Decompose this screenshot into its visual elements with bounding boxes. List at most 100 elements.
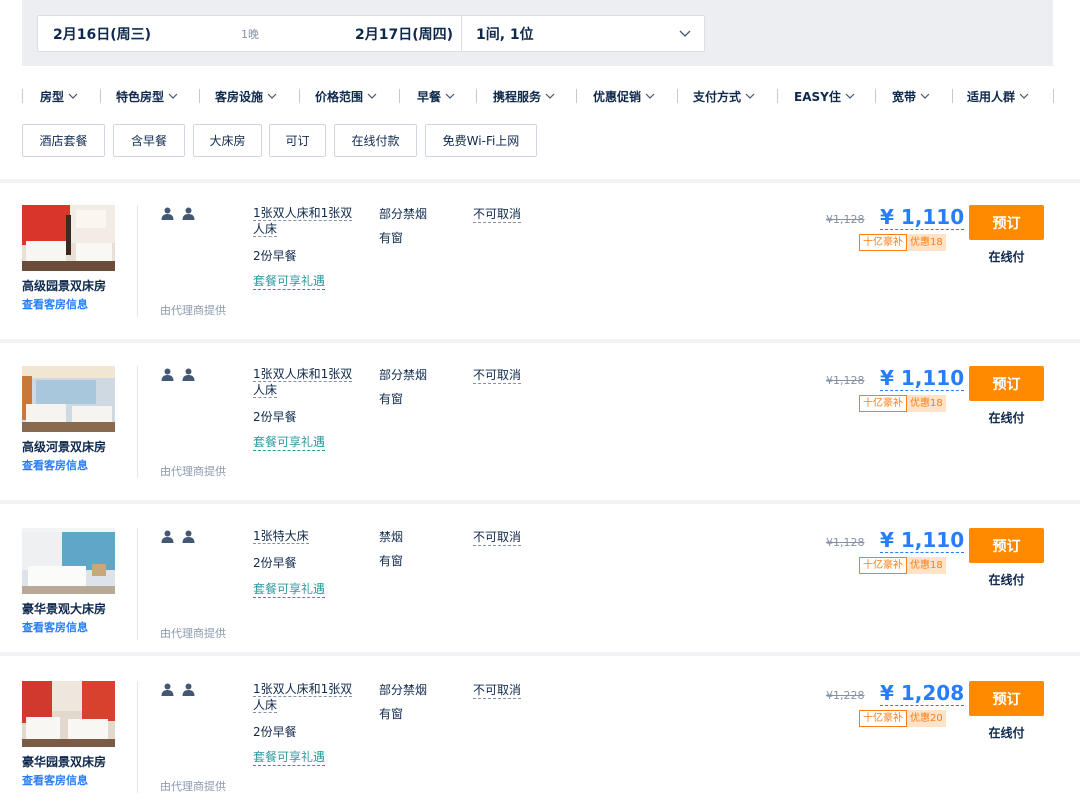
filter-label: 携程服务 bbox=[493, 89, 542, 104]
current-price[interactable]: ¥ 1,110 bbox=[880, 366, 965, 391]
filter-label: 宽带 bbox=[892, 89, 917, 104]
room-info-link[interactable]: 查看客房信息 bbox=[22, 619, 88, 635]
breakfast-info: 2份早餐 bbox=[253, 249, 297, 263]
filter-easy[interactable]: EASY住 bbox=[794, 85, 855, 107]
filter-broadband[interactable]: 宽带 bbox=[892, 85, 930, 107]
chevron-down-icon bbox=[168, 93, 178, 99]
checkin-date[interactable]: 2月16日(周三) bbox=[53, 24, 151, 44]
room-name[interactable]: 豪华景观大床房 bbox=[22, 600, 106, 617]
payment-type: 在线付 bbox=[988, 573, 1025, 587]
filter-payment[interactable]: 支付方式 bbox=[693, 85, 755, 107]
book-button[interactable]: 预订 bbox=[969, 528, 1044, 563]
discount-badge: 优惠20 bbox=[907, 710, 946, 727]
room-info-link[interactable]: 查看客房信息 bbox=[22, 296, 88, 312]
chevron-down-icon bbox=[745, 93, 755, 99]
tag-king-bed[interactable]: 大床房 bbox=[193, 124, 262, 157]
smoking-policy: 部分禁烟 bbox=[379, 368, 428, 382]
bed-type-label: 1张双人床和1张双人床 bbox=[253, 367, 353, 398]
room-info-link[interactable]: 查看客房信息 bbox=[22, 772, 88, 788]
payment-type: 在线付 bbox=[988, 726, 1025, 740]
chevron-down-icon bbox=[845, 93, 855, 99]
package-gift-link[interactable]: 套餐可享礼遇 bbox=[253, 272, 326, 290]
bed-type-label: 1张特大床 bbox=[253, 529, 309, 544]
filter-label: 价格范围 bbox=[315, 89, 364, 104]
package-gift-link[interactable]: 套餐可享礼遇 bbox=[253, 433, 326, 451]
current-price[interactable]: ¥ 1,208 bbox=[880, 681, 965, 706]
cancel-policy[interactable]: 不可取消 bbox=[473, 205, 522, 223]
filter-room-facility[interactable]: 客房设施 bbox=[215, 85, 277, 107]
filter-audience[interactable]: 适用人群 bbox=[967, 85, 1029, 107]
chevron-down-icon bbox=[679, 30, 691, 37]
filter-breakfast[interactable]: 早餐 bbox=[417, 85, 455, 107]
room-photo[interactable] bbox=[22, 528, 115, 594]
bed-type[interactable]: 1张双人床和1张双人床 bbox=[253, 681, 363, 713]
room-guest-dropdown[interactable]: 1间, 1位 bbox=[461, 16, 705, 51]
provider-label: 由代理商提供 bbox=[160, 465, 226, 478]
room-photo[interactable] bbox=[22, 366, 115, 432]
package-gift-link[interactable]: 套餐可享礼遇 bbox=[253, 748, 326, 766]
section-divider bbox=[0, 339, 1080, 343]
filter-divider bbox=[576, 89, 577, 103]
chevron-down-icon bbox=[645, 93, 655, 99]
chevron-down-icon bbox=[445, 93, 455, 99]
tag-free-wifi[interactable]: 免费Wi-Fi上网 bbox=[425, 124, 537, 157]
provider-label: 由代理商提供 bbox=[160, 304, 226, 317]
filter-divider bbox=[299, 89, 300, 103]
original-price: ¥1,128 bbox=[826, 213, 865, 226]
filter-room-type[interactable]: 房型 bbox=[40, 85, 78, 107]
chevron-down-icon bbox=[267, 93, 277, 99]
room-name[interactable]: 高级河景双床房 bbox=[22, 438, 106, 455]
cancel-policy[interactable]: 不可取消 bbox=[473, 681, 522, 699]
room-photo-image bbox=[22, 681, 115, 747]
breakfast-info: 2份早餐 bbox=[253, 556, 297, 570]
section-divider bbox=[0, 179, 1080, 183]
person-icon bbox=[182, 207, 195, 220]
current-price[interactable]: ¥ 1,110 bbox=[880, 528, 965, 553]
filter-ctrip-service[interactable]: 携程服务 bbox=[493, 85, 555, 107]
current-price[interactable]: ¥ 1,110 bbox=[880, 205, 965, 230]
chevron-down-icon bbox=[1019, 93, 1029, 99]
room-photo[interactable] bbox=[22, 205, 115, 271]
discount-badges: 十亿豪补 优惠18 bbox=[859, 557, 946, 574]
tag-online-pay[interactable]: 在线付款 bbox=[334, 124, 417, 157]
cancel-policy[interactable]: 不可取消 bbox=[473, 366, 522, 384]
tag-hotel-package[interactable]: 酒店套餐 bbox=[22, 124, 105, 157]
subsidy-badge: 十亿豪补 bbox=[859, 557, 907, 574]
package-gift-link[interactable]: 套餐可享礼遇 bbox=[253, 580, 326, 598]
discount-badges: 十亿豪补 优惠18 bbox=[859, 234, 946, 251]
person-icon bbox=[161, 207, 174, 220]
bed-type[interactable]: 1张特大床 bbox=[253, 528, 363, 544]
person-icon bbox=[161, 368, 174, 381]
bed-type[interactable]: 1张双人床和1张双人床 bbox=[253, 366, 363, 398]
bed-type-label: 1张双人床和1张双人床 bbox=[253, 206, 353, 237]
book-button[interactable]: 预订 bbox=[969, 205, 1044, 240]
room-photo[interactable] bbox=[22, 681, 115, 747]
tag-breakfast[interactable]: 含早餐 bbox=[113, 124, 185, 157]
smoking-policy: 禁烟 bbox=[379, 530, 404, 544]
book-button[interactable]: 预订 bbox=[969, 366, 1044, 401]
person-icon bbox=[182, 683, 195, 696]
window-info: 有窗 bbox=[379, 231, 404, 245]
bed-type[interactable]: 1张双人床和1张双人床 bbox=[253, 205, 363, 237]
checkout-date[interactable]: 2月17日(周四) bbox=[355, 24, 453, 44]
guest-capacity bbox=[161, 683, 195, 696]
room-name[interactable]: 豪华园景双床房 bbox=[22, 753, 106, 770]
tag-bookable[interactable]: 可订 bbox=[269, 124, 326, 157]
room-info-link[interactable]: 查看客房信息 bbox=[22, 457, 88, 473]
filter-special-room[interactable]: 特色房型 bbox=[116, 85, 178, 107]
person-icon bbox=[182, 530, 195, 543]
filter-divider bbox=[677, 89, 678, 103]
cancel-policy[interactable]: 不可取消 bbox=[473, 528, 522, 546]
filter-price-range[interactable]: 价格范围 bbox=[315, 85, 377, 107]
window-info: 有窗 bbox=[379, 392, 404, 406]
column-divider bbox=[137, 205, 138, 317]
room-name[interactable]: 高级园景双床房 bbox=[22, 277, 106, 294]
book-button[interactable]: 预订 bbox=[969, 681, 1044, 716]
bed-type-label: 1张双人床和1张双人床 bbox=[253, 682, 353, 713]
window-info: 有窗 bbox=[379, 707, 404, 721]
filter-promotion[interactable]: 优惠促销 bbox=[593, 85, 655, 107]
subsidy-badge: 十亿豪补 bbox=[859, 395, 907, 412]
filter-label: 支付方式 bbox=[693, 89, 742, 104]
window-info: 有窗 bbox=[379, 554, 404, 568]
smoking-policy: 部分禁烟 bbox=[379, 207, 428, 221]
